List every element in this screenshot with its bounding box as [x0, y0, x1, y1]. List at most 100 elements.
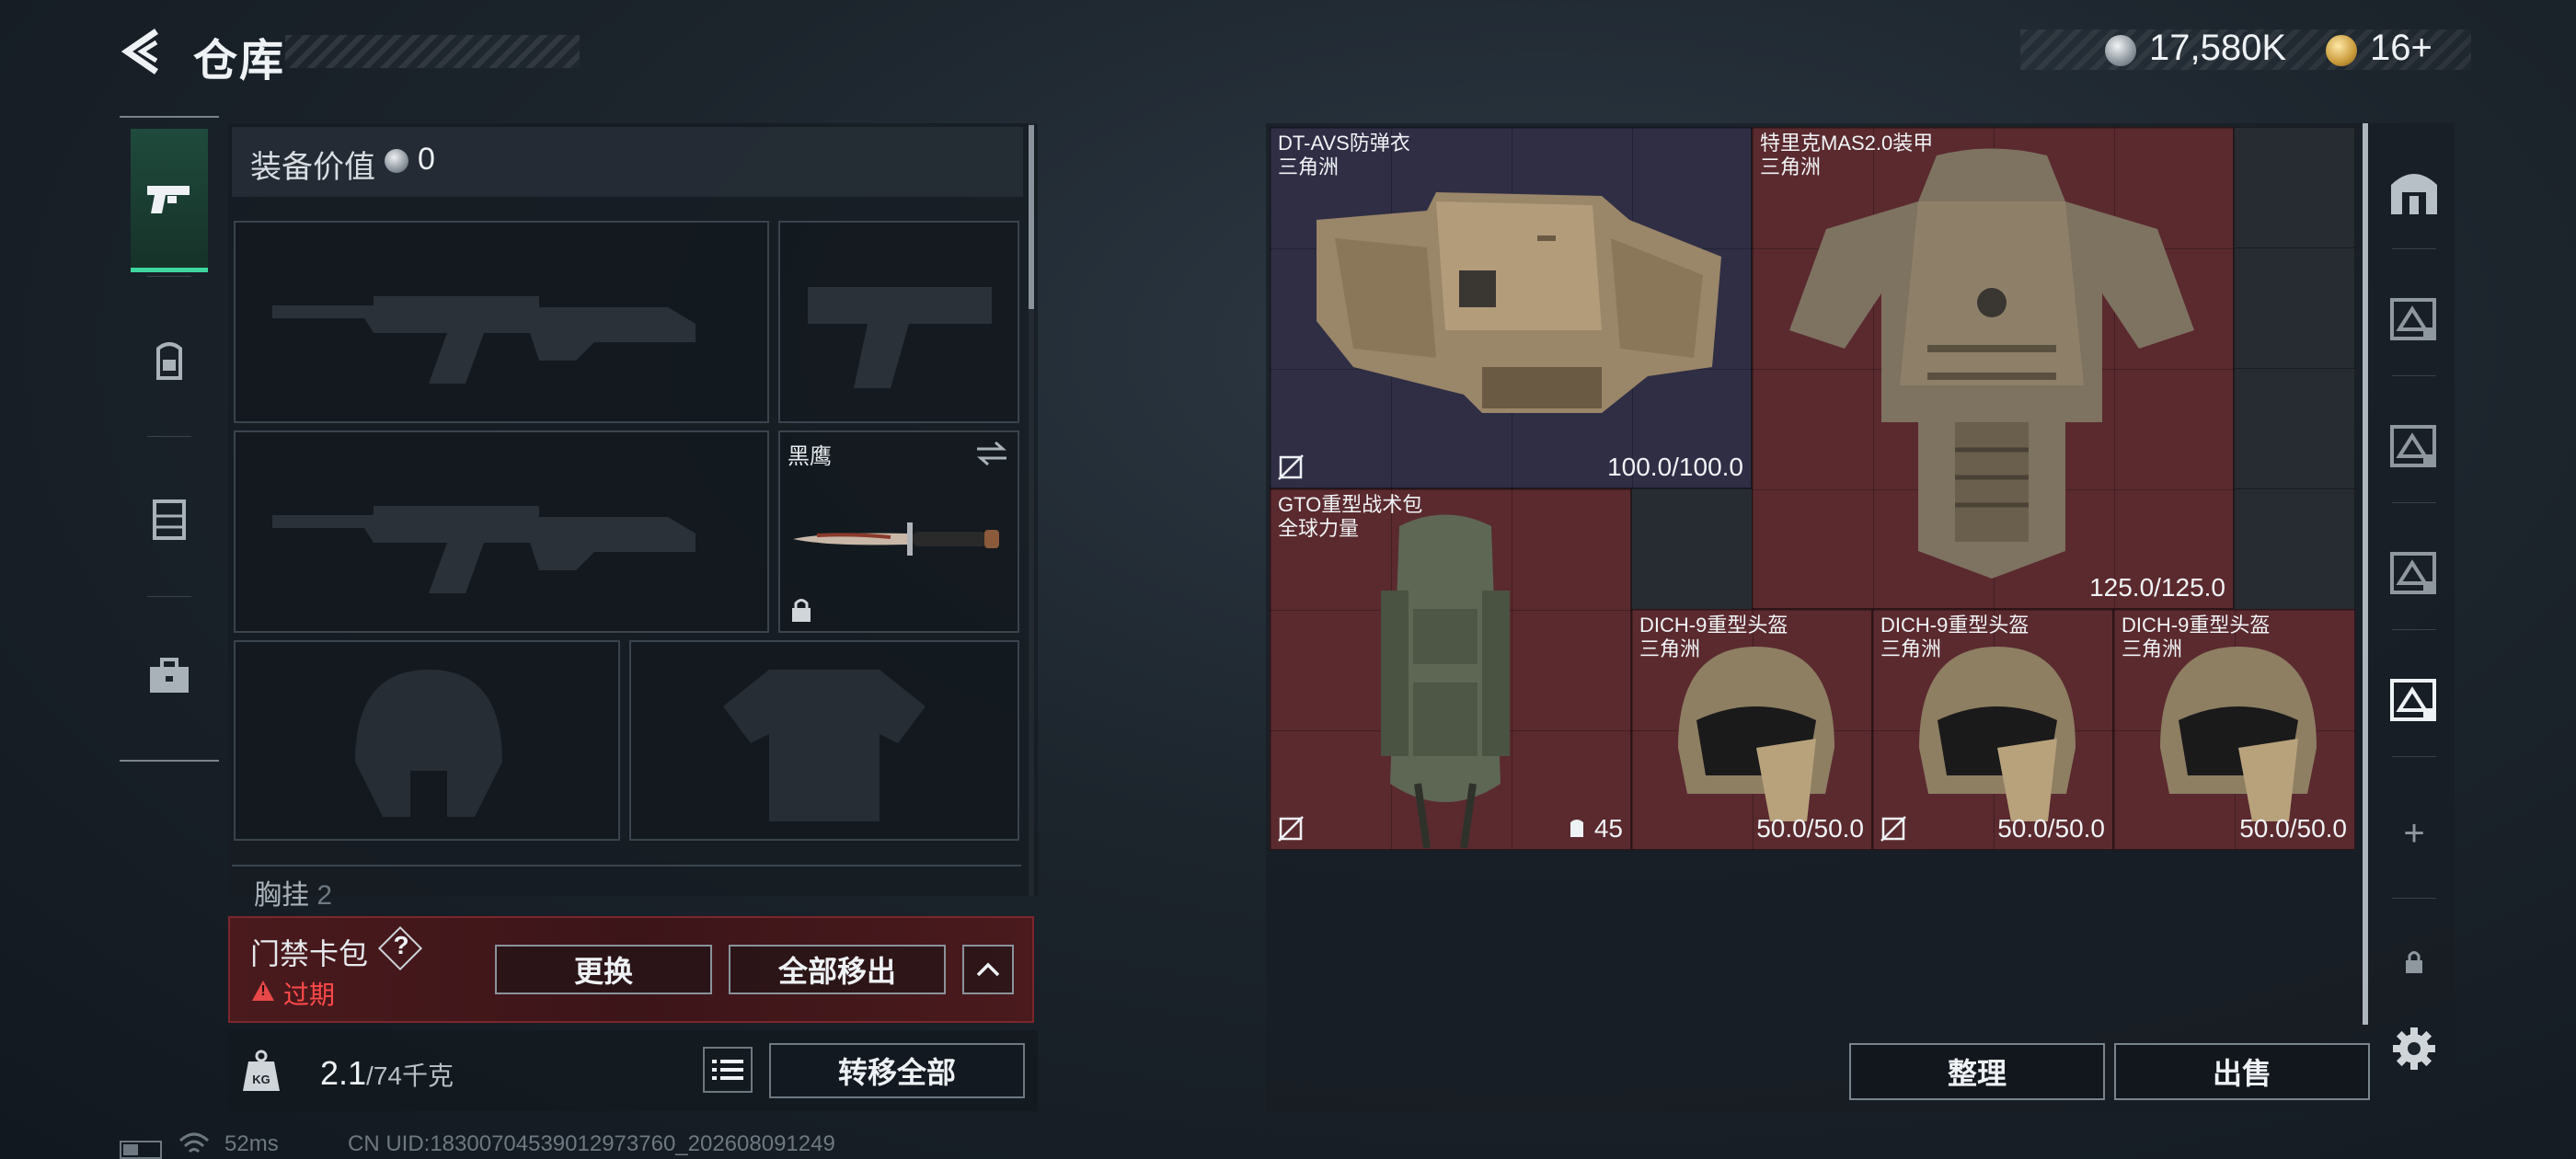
item-durability: 50.0/50.0 — [2239, 814, 2347, 843]
svg-text:KG: KG — [252, 1073, 270, 1086]
stash-item-dich9-helmet[interactable]: DICH-9重型头盔 三角洲 50.0/50.0 — [1872, 609, 2113, 850]
nav-frame — [120, 760, 219, 762]
weight-readout: 2.1/74千克 — [320, 1054, 454, 1093]
chest-rig-row[interactable] — [232, 865, 1021, 894]
gold-currency-amount[interactable]: 16+ — [2370, 28, 2432, 69]
tab-chest-rig[interactable] — [131, 449, 208, 587]
list-view-button[interactable] — [703, 1047, 753, 1093]
helmet-silhouette-icon — [355, 670, 502, 817]
battery-level — [123, 1144, 138, 1155]
stash-item-dt-avs-vest[interactable]: DT-AVS防弹衣 三角洲 100.0/100.0 — [1270, 127, 1752, 488]
nav-separator — [147, 596, 191, 597]
settings-button[interactable] — [2383, 1017, 2445, 1080]
body-armor-slot[interactable] — [629, 640, 1019, 841]
item-capacity: 45 — [1567, 814, 1623, 843]
pistol-silhouette-icon — [808, 287, 992, 388]
stash-item-gto-backpack[interactable]: GTO重型战术包 全球力量 45 — [1270, 488, 1631, 850]
plate-carrier-vest-icon — [1317, 192, 1721, 413]
uninsured-icon — [1278, 816, 1304, 842]
stash-page-icon — [2390, 298, 2436, 340]
heavy-helmet-icon — [2160, 647, 2317, 821]
keycard-status: 过期 — [283, 981, 336, 1009]
title-decoration — [285, 35, 580, 68]
uninsured-icon — [1278, 454, 1304, 480]
silver-currency-amount[interactable]: 17,580K — [2149, 28, 2286, 69]
help-mark[interactable]: ? — [392, 931, 410, 960]
tab-separator — [2392, 502, 2436, 503]
tactical-backpack-icon — [1381, 514, 1510, 848]
tab-stash-page-2[interactable] — [2383, 414, 2445, 476]
stash-scrollbar-thumb[interactable] — [2363, 123, 2368, 1025]
equipment-value: 0 — [418, 142, 435, 177]
back-arrow-icon[interactable] — [120, 28, 167, 75]
secondary-weapon-slot[interactable] — [234, 430, 769, 633]
weight-kg-icon: KG — [243, 1050, 280, 1091]
swap-icon[interactable] — [975, 440, 1008, 467]
collapse-button[interactable] — [962, 945, 1014, 994]
tab-weapons[interactable] — [131, 129, 208, 272]
sort-button[interactable]: 整理 — [1849, 1043, 2105, 1100]
gold-coin-icon — [2326, 35, 2357, 66]
heavy-helmet-icon — [1678, 647, 1834, 821]
tab-case[interactable] — [131, 607, 208, 745]
combat-knife-icon — [793, 522, 999, 556]
user-uid: CN UID:18300704539012973760_202608091249 — [348, 1131, 835, 1156]
ping-readout: 52ms — [224, 1131, 279, 1156]
nav-separator — [147, 276, 191, 277]
stash-page-icon — [2390, 552, 2436, 594]
lock-tab[interactable] — [2383, 931, 2445, 993]
lock-icon — [792, 599, 811, 622]
tab-separator — [2392, 898, 2436, 899]
wifi-icon — [178, 1132, 210, 1153]
tab-stash-page-3[interactable] — [2383, 541, 2445, 603]
armor-silhouette-icon — [723, 670, 926, 821]
tab-separator — [2392, 756, 2436, 757]
stash-item-dich9-helmet[interactable]: DICH-9重型头盔 三角洲 50.0/50.0 — [1631, 609, 1872, 850]
helmet-slot[interactable] — [234, 640, 620, 841]
assault-rifle-silhouette-icon — [272, 296, 696, 384]
tab-separator — [2392, 629, 2436, 630]
stash-house-icon — [2391, 174, 2437, 214]
tab-stash-page-1[interactable] — [2383, 287, 2445, 350]
tab-separator — [2392, 375, 2436, 376]
sell-button[interactable]: 出售 — [2114, 1043, 2370, 1100]
equipment-value-label: 装备价值 — [250, 150, 375, 185]
stash-item-mas-armor[interactable]: 特里克MAS2.0装甲 三角洲 125.0/125.0 — [1752, 127, 2234, 609]
replace-button[interactable]: 更换 — [495, 945, 712, 994]
tab-stash-main[interactable] — [2383, 160, 2445, 223]
melee-slot[interactable]: 黑鹰 — [778, 430, 1019, 633]
assault-rifle-silhouette-icon — [272, 506, 696, 593]
warning-mark: ! — [260, 983, 266, 999]
stash-item-dich9-helmet[interactable]: DICH-9重型头盔 三角洲 50.0/50.0 — [2113, 609, 2355, 850]
silver-coin-icon — [2105, 35, 2136, 66]
move-all-out-button[interactable]: 全部移出 — [729, 945, 946, 994]
page-title: 仓库 — [193, 37, 286, 86]
stash-page-icon — [2390, 679, 2436, 721]
primary-weapon-slot[interactable] — [234, 221, 769, 423]
backpack-icon — [1570, 820, 1584, 837]
item-durability: 50.0/50.0 — [1997, 814, 2105, 843]
current-weight: 2.1 — [320, 1054, 367, 1092]
uninsured-icon — [1880, 816, 1906, 842]
heavy-helmet-icon — [1919, 647, 2076, 821]
loadout-scrollbar-thumb[interactable] — [1029, 125, 1034, 309]
sidearm-slot[interactable] — [778, 221, 1019, 423]
item-name: DT-AVS防弹衣 三角洲 — [1278, 132, 1410, 178]
silver-coin-icon — [385, 149, 408, 173]
add-stash-page-button[interactable]: + — [2383, 802, 2445, 865]
melee-name: 黑鹰 — [788, 444, 832, 469]
tab-stash-page-4-active[interactable] — [2383, 668, 2445, 730]
tab-backpack[interactable] — [131, 291, 208, 429]
transfer-all-button[interactable]: 转移全部 — [769, 1043, 1025, 1098]
tab-separator — [2392, 248, 2436, 249]
item-durability: 50.0/50.0 — [1756, 814, 1864, 843]
gear-icon — [2393, 1027, 2435, 1070]
item-durability: 125.0/125.0 — [2089, 573, 2225, 602]
nav-frame — [120, 116, 219, 118]
chest-rig-label: 胸挂 2 — [254, 880, 333, 911]
briefcase-icon — [150, 658, 189, 693]
list-icon — [712, 1060, 743, 1080]
lock-icon — [2406, 951, 2422, 973]
pistol-icon — [147, 185, 190, 213]
stash-page-icon — [2390, 425, 2436, 467]
